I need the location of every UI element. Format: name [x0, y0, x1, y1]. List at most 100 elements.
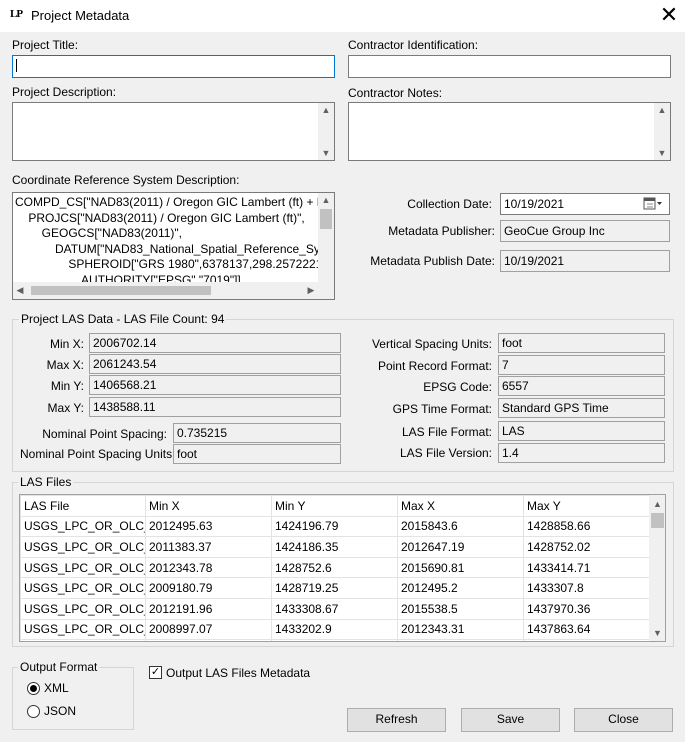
column-header[interactable]: Max Y: [523, 495, 650, 517]
table-cell: 2008997.07: [145, 618, 272, 641]
max-y-label: Max Y:: [47, 401, 84, 415]
crs-description-text: COMPD_CS["NAD83(2011) / Oregon GIC Lambe…: [15, 195, 318, 283]
epsg-code-field[interactable]: 6557: [498, 376, 665, 396]
project-title-input[interactable]: [12, 55, 335, 78]
table-cell: 2009180.79: [145, 577, 272, 599]
scroll-up-icon[interactable]: ▲: [318, 103, 334, 117]
crs-line: GEOGCS["NAD83(2011)",: [15, 226, 183, 241]
min-y-field[interactable]: 1406568.21: [89, 375, 341, 395]
table-cell: 2009140.91: [397, 639, 524, 641]
table-cell: 2012495.2: [397, 577, 524, 599]
table-cell: USGS_LPC_OR_OLC_...: [20, 536, 146, 558]
project-title-label: Project Title:: [12, 38, 79, 52]
las-files-grid[interactable]: LAS File Min X Min Y Max X Max Y USGS_LPC_OR…: [19, 494, 666, 642]
scroll-up-icon[interactable]: ▲: [649, 497, 665, 511]
calendar-icon[interactable]: [643, 197, 663, 211]
epsg-code-label: EPSG Code:: [423, 380, 492, 394]
min-y-label: Min Y:: [50, 379, 84, 393]
json-radio-label[interactable]: JSON: [44, 704, 76, 718]
table-row[interactable]: USGS_LPC_OR_OLC_...2012343.781428752.620…: [20, 556, 650, 579]
table-cell: 2015843.6: [397, 515, 524, 538]
table-cell: 1433414.71: [523, 556, 650, 579]
table-cell: 1424196.79: [271, 515, 398, 538]
table-cell: 1433202.9: [271, 618, 398, 641]
scroll-down-icon[interactable]: ▼: [649, 626, 665, 640]
max-y-field[interactable]: 1438588.11: [89, 397, 341, 417]
scroll-down-icon[interactable]: ▼: [654, 146, 670, 160]
vertical-spacing-units-field[interactable]: foot: [498, 333, 665, 353]
json-radio[interactable]: [27, 705, 40, 718]
contractor-id-input[interactable]: [348, 55, 671, 78]
table-cell: 1433307.8: [523, 577, 650, 599]
vertical-spacing-units-label: Vertical Spacing Units:: [371, 337, 492, 351]
table-row[interactable]: USGS_LPC_OR_OLC_...2011383.371424186.352…: [20, 536, 650, 558]
metadata-publish-date-field[interactable]: 10/19/2021: [500, 250, 670, 272]
table-cell: 1433285.04: [271, 639, 398, 641]
save-button[interactable]: Save: [461, 708, 560, 732]
table-cell: USGS_LPC_OR_OLC_...: [20, 618, 146, 641]
las-files-legend: LAS Files: [18, 475, 74, 489]
scroll-up-icon[interactable]: ▲: [654, 103, 670, 117]
metadata-publisher-field[interactable]: GeoCue Group Inc: [500, 220, 670, 242]
table-row[interactable]: USGS_LPC_OR_OLC_...2009180.791428719.252…: [20, 577, 650, 599]
contractor-notes-textarea[interactable]: [348, 102, 671, 161]
column-header[interactable]: Min Y: [271, 495, 398, 517]
window-title: Project Metadata: [31, 8, 130, 23]
scroll-right-icon[interactable]: ▶: [304, 283, 318, 297]
las-file-version-label: LAS File Version:: [399, 446, 492, 460]
project-description-label: Project Description:: [12, 85, 117, 99]
scroll-thumb[interactable]: [651, 513, 664, 528]
min-x-field[interactable]: 2006702.14: [89, 333, 341, 353]
output-metadata-checkbox-label[interactable]: Output LAS Files Metadata: [166, 666, 310, 680]
table-cell: USGS_LPC_OR_OLC_...: [20, 577, 146, 599]
max-x-field[interactable]: 2061243.54: [89, 354, 341, 374]
table-cell: USGS_LPC_OR_OLC_...: [20, 597, 146, 620]
column-header[interactable]: LAS File: [20, 495, 146, 517]
column-header[interactable]: Min X: [145, 495, 272, 517]
table-header-row: LAS File Min X Min Y Max X Max Y: [20, 495, 650, 517]
las-file-format-field[interactable]: LAS: [498, 421, 665, 441]
collection-date-picker[interactable]: 10/19/2021: [500, 193, 670, 215]
output-metadata-checkbox[interactable]: ✓: [149, 666, 162, 679]
xml-radio[interactable]: [27, 682, 40, 695]
contractor-notes-scrollbar[interactable]: ▲ ▼: [654, 103, 670, 160]
table-cell: 2012647.19: [397, 536, 524, 558]
scroll-down-icon[interactable]: ▼: [318, 146, 334, 160]
scroll-up-icon[interactable]: ▲: [318, 193, 334, 207]
las-data-legend: Project LAS Data - LAS File Count: 94: [19, 312, 227, 326]
column-header[interactable]: Max X: [397, 495, 524, 517]
point-record-format-field[interactable]: 7: [498, 355, 665, 375]
nominal-point-spacing-field[interactable]: 0.735215: [173, 423, 341, 443]
project-description-textarea[interactable]: [12, 102, 335, 161]
table-row[interactable]: USGS_LPC_OR_OLC_...2008997.071433202.920…: [20, 618, 650, 641]
crs-description-textarea[interactable]: COMPD_CS["NAD83(2011) / Oregon GIC Lambe…: [12, 192, 335, 300]
crs-line: PROJCS["NAD83(2011) / Oregon GIC Lambert…: [15, 210, 305, 225]
table-cell: 2011383.37: [145, 536, 272, 558]
xml-radio-label[interactable]: XML: [44, 681, 69, 695]
project-description-scrollbar[interactable]: ▲ ▼: [318, 103, 334, 160]
table-cell: 2012191.96: [145, 597, 272, 620]
table-cell: 2012343.78: [145, 556, 272, 579]
contractor-id-label: Contractor Identification:: [348, 38, 479, 52]
crs-vertical-scrollbar[interactable]: ▲: [318, 193, 334, 282]
nominal-point-spacing-units-field[interactable]: foot: [173, 444, 341, 464]
las-files-scrollbar[interactable]: ▲ ▼: [649, 495, 665, 641]
scroll-left-icon[interactable]: ◀: [13, 283, 27, 297]
table-row[interactable]: USGS_LPC_OR_OLC_...2012191.961433308.672…: [20, 597, 650, 620]
table-row[interactable]: USGS_LPC_OR_OLC_...2012495.631424196.792…: [20, 515, 650, 538]
close-button[interactable]: Close: [574, 708, 673, 732]
crs-horizontal-scrollbar[interactable]: ◀ ▶: [13, 282, 334, 299]
window-close-icon[interactable]: ✕: [656, 2, 682, 28]
text-caret: [16, 59, 17, 72]
las-files-table: LAS File Min X Min Y Max X Max Y USGS_LPC_OR…: [20, 495, 650, 641]
scroll-thumb[interactable]: [31, 286, 211, 295]
contractor-notes-label: Contractor Notes:: [348, 86, 443, 100]
gps-time-format-field[interactable]: Standard GPS Time: [498, 398, 665, 418]
table-cell: 1428752.6: [271, 556, 398, 579]
table-cell: 2008762.11: [145, 639, 272, 641]
scroll-thumb[interactable]: [320, 209, 332, 229]
las-file-version-field[interactable]: 1.4: [498, 443, 665, 463]
table-row[interactable]: USGS_LPC_OR_OLC_...2008762.111433285.042…: [20, 639, 650, 641]
refresh-button[interactable]: Refresh: [347, 708, 446, 732]
app-logo-icon: LP: [10, 8, 23, 20]
